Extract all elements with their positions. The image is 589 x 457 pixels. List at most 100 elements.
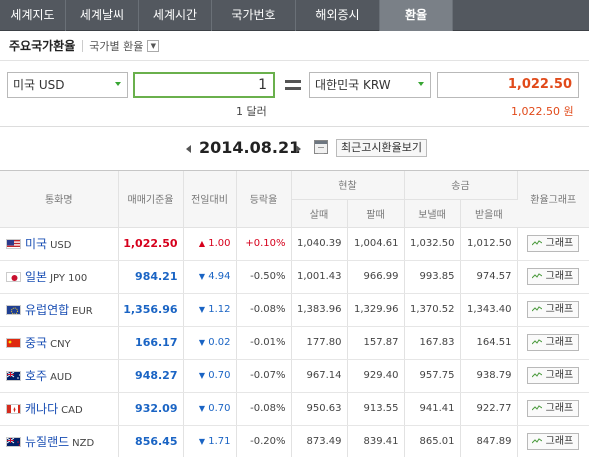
transfer-send-cell: 1,032.50: [404, 227, 461, 261]
previous-date-icon[interactable]: [186, 145, 191, 153]
tab-world-weather[interactable]: 세계날씨: [66, 0, 139, 31]
table-row: 미국 USD 1,022.50 ▲ 1.00 +0.10% 1,040.39 1,004.6…: [0, 227, 589, 261]
from-currency-select[interactable]: 미국 USD: [7, 72, 128, 98]
arrow-down-icon: ▼: [198, 272, 206, 281]
header-transfer-receive: 받을때: [460, 199, 517, 228]
transfer-receive-cell: 1,012.50: [460, 227, 518, 261]
graph-button-label: 그래프: [545, 370, 574, 381]
divider: [82, 39, 84, 52]
arrow-up-icon: ▲: [198, 239, 206, 248]
table-row: 호주 AUD 948.27 ▼ 0.70 -0.07% 967.14 929.40 957.7…: [0, 359, 589, 393]
transfer-send-cell: 941.41: [404, 392, 461, 426]
to-currency-select[interactable]: 대한민국 KRW: [309, 72, 431, 98]
header-graph: 환율그래프: [517, 171, 589, 228]
from-amount-input[interactable]: 1: [133, 72, 275, 98]
graph-button[interactable]: 그래프: [527, 334, 580, 351]
next-date-icon[interactable]: [296, 145, 301, 153]
by-country-link[interactable]: 국가별 환율: [89, 38, 143, 54]
exchange-rate-table: 통화명 매매기준율 전일대비 등락율 현찰 송금 환율그래프 살때 팔때 보낼때…: [0, 171, 589, 457]
cn-flag-icon: [6, 338, 21, 348]
cash-sell-cell: 929.40: [347, 359, 405, 393]
from-amount-caption: 1 달러: [236, 105, 267, 118]
from-currency-label: 미국 USD: [13, 78, 65, 92]
currency-korean-name[interactable]: 캐나다: [25, 402, 58, 416]
currency-name-cell[interactable]: 일본 JPY 100: [0, 260, 119, 294]
arrow-down-icon: ▼: [198, 404, 206, 413]
graph-cell: 그래프: [517, 293, 589, 327]
graph-button[interactable]: 그래프: [527, 367, 580, 384]
change-cell: ▼ 1.12: [183, 293, 237, 327]
cash-sell-cell: 839.41: [347, 425, 405, 457]
currency-name-cell[interactable]: 중국 CNY: [0, 326, 119, 360]
currency-name-cell[interactable]: 유럽연합 EUR: [0, 293, 119, 327]
currency-code: CNY: [50, 339, 71, 350]
cash-sell-cell: 966.99: [347, 260, 405, 294]
change-rate-cell: +0.10%: [236, 227, 292, 261]
currency-code: CAD: [61, 405, 83, 416]
recent-rates-button[interactable]: 최근고시환율보기: [336, 139, 427, 157]
base-rate-cell: 984.21: [118, 260, 184, 294]
currency-name-cell[interactable]: 뉴질랜드 NZD: [0, 425, 119, 457]
cash-buy-cell: 1,383.96: [291, 293, 348, 327]
change-rate-cell: -0.07%: [236, 359, 292, 393]
tab-world-time[interactable]: 세계시간: [139, 0, 212, 31]
calendar-icon[interactable]: [314, 140, 328, 154]
change-value: 0.70: [208, 403, 231, 414]
graph-button[interactable]: 그래프: [527, 235, 580, 252]
change-rate-cell: -0.01%: [236, 326, 292, 360]
change-rate-cell: -0.08%: [236, 293, 292, 327]
currency-korean-name[interactable]: 일본: [25, 270, 47, 284]
graph-button[interactable]: 그래프: [527, 301, 580, 318]
currency-korean-name[interactable]: 뉴질랜드: [25, 435, 69, 449]
to-currency-label: 대한민국 KRW: [315, 78, 391, 92]
header-change-rate: 등락율: [236, 171, 292, 228]
currency-korean-name[interactable]: 미국: [25, 237, 47, 251]
graph-button[interactable]: 그래프: [527, 400, 580, 417]
base-rate-cell: 1,022.50: [118, 227, 184, 261]
graph-cell: 그래프: [517, 260, 589, 294]
tab-country-code[interactable]: 국가번호: [212, 0, 296, 31]
header-change: 전일대비: [183, 171, 237, 228]
graph-cell: 그래프: [517, 359, 589, 393]
to-amount-field[interactable]: 1,022.50: [437, 72, 579, 98]
graph-cell: 그래프: [517, 425, 589, 457]
header-cash-buy: 살때: [291, 199, 348, 228]
currency-korean-name[interactable]: 호주: [25, 369, 47, 383]
currency-name-cell[interactable]: 호주 AUD: [0, 359, 119, 393]
currency-name-cell[interactable]: 캐나다 CAD: [0, 392, 119, 426]
arrow-down-icon: ▼: [198, 338, 206, 347]
tab-world-map[interactable]: 세계지도: [0, 0, 66, 31]
to-amount-caption: 1,022.50 원: [511, 105, 574, 118]
currency-code: NZD: [72, 438, 95, 449]
graph-cell: 그래프: [517, 326, 589, 360]
tab-exchange-rate[interactable]: 환율: [380, 0, 453, 31]
graph-button-label: 그래프: [545, 238, 574, 249]
graph-button[interactable]: 그래프: [527, 433, 580, 450]
change-rate-cell: -0.20%: [236, 425, 292, 457]
change-cell: ▼ 4.94: [183, 260, 237, 294]
change-cell: ▼ 0.70: [183, 359, 237, 393]
graph-button-label: 그래프: [545, 304, 574, 315]
change-cell: ▼ 1.71: [183, 425, 237, 457]
header-cash: 현찰: [291, 171, 405, 200]
header-transfer-send: 보낼때: [404, 199, 461, 228]
transfer-receive-cell: 922.77: [460, 392, 518, 426]
change-value: 4.94: [208, 271, 231, 282]
graph-button-label: 그래프: [545, 337, 574, 348]
graph-button[interactable]: 그래프: [527, 268, 580, 285]
currency-name-cell[interactable]: 미국 USD: [0, 227, 119, 261]
chevron-down-icon[interactable]: ▼: [147, 39, 160, 52]
top-tab-bar: 세계지도 세계날씨 세계시간 국가번호 해외증시 환율: [0, 0, 589, 31]
graph-button-label: 그래프: [545, 436, 574, 447]
currency-korean-name[interactable]: 유럽연합: [25, 303, 69, 317]
change-value: 0.02: [208, 337, 231, 348]
tab-overseas-stocks[interactable]: 해외증시: [296, 0, 380, 31]
transfer-send-cell: 957.75: [404, 359, 461, 393]
change-value: 1.12: [208, 304, 231, 315]
cash-sell-cell: 1,004.61: [347, 227, 405, 261]
current-date: 2014.08.21: [199, 138, 301, 157]
ca-flag-icon: [6, 404, 21, 414]
currency-korean-name[interactable]: 중국: [25, 336, 47, 350]
change-rate-cell: -0.50%: [236, 260, 292, 294]
cash-buy-cell: 1,040.39: [291, 227, 348, 261]
